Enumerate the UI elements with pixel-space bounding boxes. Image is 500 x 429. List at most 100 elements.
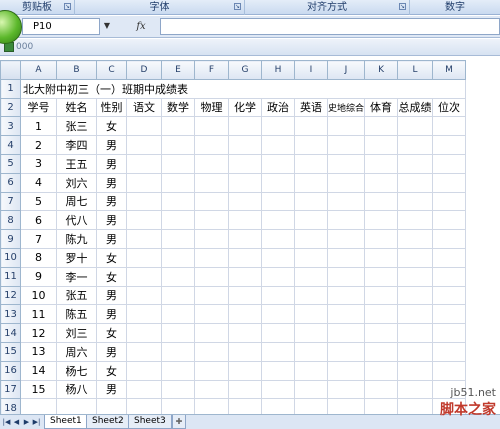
cell[interactable] <box>228 266 262 287</box>
header-cell[interactable]: 体育 <box>364 97 399 118</box>
cell[interactable] <box>161 360 195 381</box>
cell[interactable] <box>161 172 195 193</box>
cell[interactable] <box>326 191 366 212</box>
cell[interactable] <box>397 304 434 325</box>
cell[interactable]: 王五 <box>56 153 97 174</box>
cell[interactable] <box>397 360 434 381</box>
spreadsheet-grid[interactable]: A B C D E F G H I J K L M 1 北大附中初三（一）班期中… <box>0 60 467 419</box>
cell[interactable] <box>432 135 467 155</box>
cell[interactable] <box>432 172 467 193</box>
cell[interactable]: 3 <box>20 153 57 174</box>
cell[interactable] <box>364 116 399 137</box>
cell[interactable] <box>432 323 467 343</box>
cell[interactable] <box>194 229 229 249</box>
cell[interactable] <box>364 379 399 400</box>
cell[interactable] <box>261 247 295 268</box>
cell[interactable] <box>294 135 328 155</box>
cell[interactable] <box>126 191 162 212</box>
cell[interactable] <box>326 304 366 325</box>
row-header[interactable]: 17 <box>0 379 21 400</box>
cell[interactable] <box>294 285 328 306</box>
cell[interactable] <box>161 116 195 137</box>
cell[interactable]: 罗十 <box>56 247 97 268</box>
cell[interactable]: 男 <box>96 210 127 231</box>
cell[interactable] <box>326 210 366 231</box>
dialog-launcher-icon[interactable]: ↘ <box>399 3 406 10</box>
cell[interactable] <box>432 116 467 137</box>
cell[interactable] <box>364 229 399 249</box>
cell[interactable] <box>126 360 162 381</box>
cell[interactable] <box>126 323 162 343</box>
row-header[interactable]: 10 <box>0 247 21 268</box>
header-cell[interactable]: 化学 <box>228 97 262 118</box>
cell[interactable] <box>261 135 295 155</box>
header-cell[interactable]: 政治 <box>261 97 295 118</box>
row-header[interactable]: 4 <box>0 135 21 155</box>
cell[interactable] <box>432 285 467 306</box>
cell[interactable] <box>261 229 295 249</box>
cell[interactable]: 1 <box>20 116 57 137</box>
next-sheet-icon[interactable]: ▶ <box>22 417 31 427</box>
insert-sheet-icon[interactable]: ✚ <box>172 415 186 429</box>
cell[interactable] <box>194 247 229 268</box>
cell[interactable]: 女 <box>96 116 127 137</box>
cell[interactable] <box>161 304 195 325</box>
cell[interactable] <box>432 360 467 381</box>
cell[interactable] <box>161 247 195 268</box>
row-header[interactable]: 11 <box>0 266 21 287</box>
cell[interactable] <box>326 285 366 306</box>
cell[interactable] <box>126 266 162 287</box>
cell[interactable] <box>294 266 328 287</box>
cell[interactable] <box>261 341 295 362</box>
cell[interactable] <box>294 379 328 400</box>
cell[interactable] <box>194 304 229 325</box>
cell[interactable] <box>161 135 195 155</box>
cell[interactable] <box>326 341 366 362</box>
cell[interactable] <box>326 247 366 268</box>
cell[interactable]: 周七 <box>56 191 97 212</box>
cell[interactable] <box>397 210 434 231</box>
cell[interactable] <box>261 191 295 212</box>
cell[interactable]: 12 <box>20 323 57 343</box>
cell[interactable] <box>397 153 434 174</box>
cell[interactable]: 女 <box>96 247 127 268</box>
cell[interactable]: 男 <box>96 229 127 249</box>
cell[interactable] <box>261 360 295 381</box>
cell[interactable]: 张三 <box>56 116 97 137</box>
name-box[interactable]: P10 <box>22 18 100 35</box>
cell[interactable]: 13 <box>20 341 57 362</box>
cell[interactable]: 杨八 <box>56 379 97 400</box>
row-header[interactable]: 6 <box>0 172 21 193</box>
row-header[interactable]: 2 <box>0 97 21 118</box>
column-header[interactable]: A <box>20 60 57 80</box>
cell[interactable] <box>397 323 434 343</box>
chevron-down-icon[interactable]: ▼ <box>100 18 114 35</box>
cell[interactable] <box>228 379 262 400</box>
cell[interactable] <box>261 153 295 174</box>
cell[interactable] <box>364 285 399 306</box>
column-header[interactable]: F <box>194 60 229 80</box>
cell[interactable] <box>294 304 328 325</box>
cell[interactable] <box>397 191 434 212</box>
cell[interactable] <box>228 135 262 155</box>
row-header[interactable]: 12 <box>0 285 21 306</box>
cell[interactable]: 男 <box>96 153 127 174</box>
cell[interactable] <box>194 341 229 362</box>
row-header[interactable]: 15 <box>0 341 21 362</box>
cell[interactable] <box>126 116 162 137</box>
cell[interactable] <box>194 116 229 137</box>
cell[interactable]: 男 <box>96 172 127 193</box>
cell[interactable] <box>126 379 162 400</box>
cell[interactable] <box>432 153 467 174</box>
cell[interactable] <box>126 229 162 249</box>
cell[interactable] <box>161 341 195 362</box>
cell[interactable]: 陈五 <box>56 304 97 325</box>
cell[interactable] <box>294 341 328 362</box>
cell[interactable] <box>126 285 162 306</box>
cell[interactable] <box>194 191 229 212</box>
cell[interactable]: 杨七 <box>56 360 97 381</box>
cell[interactable] <box>261 172 295 193</box>
cell[interactable] <box>294 323 328 343</box>
cell[interactable] <box>261 304 295 325</box>
cell[interactable] <box>326 379 366 400</box>
